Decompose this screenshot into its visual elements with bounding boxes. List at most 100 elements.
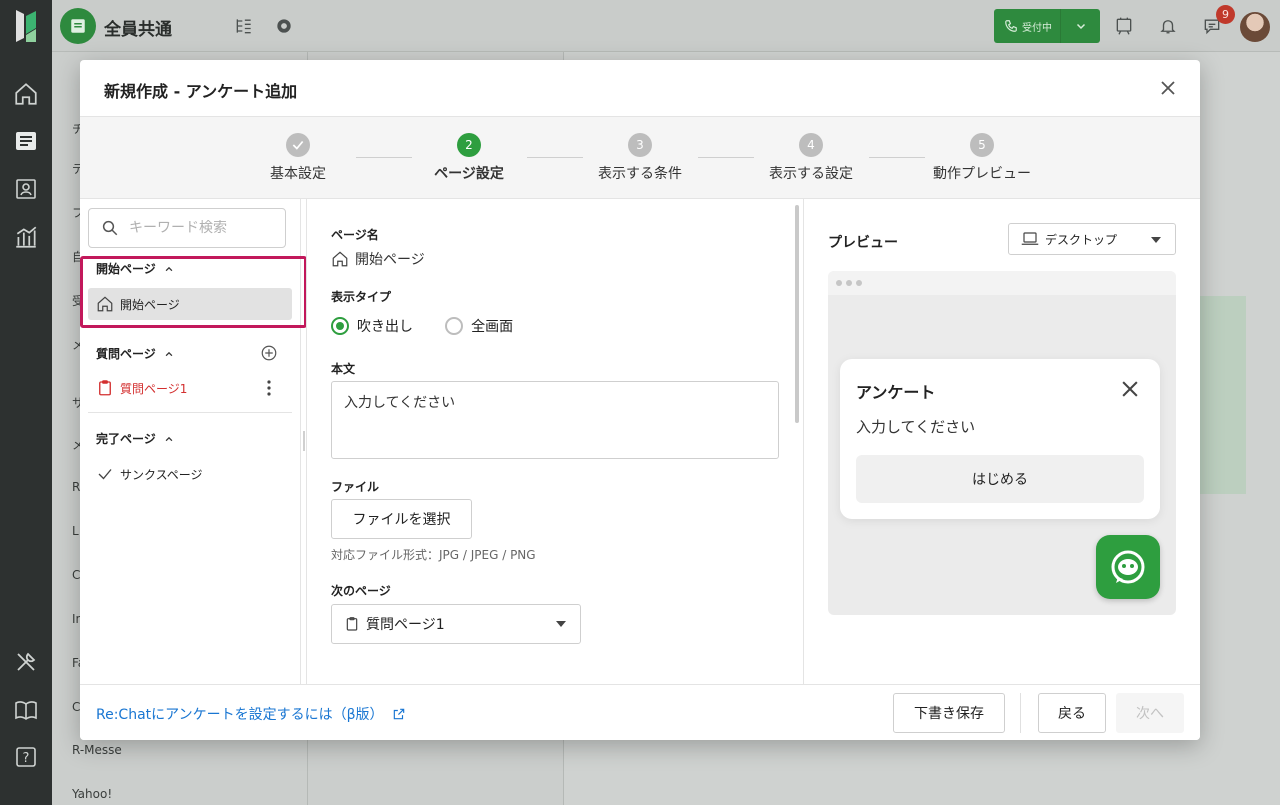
selected-value: 質問ページ1 [366, 617, 445, 633]
popup-body: 入力してください [856, 418, 976, 436]
survey-popup-card: アンケート 入力してください はじめる [840, 359, 1160, 519]
modal-title: 新規作成 - アンケート追加 [104, 82, 298, 101]
next-page-label: 次のページ [331, 584, 391, 598]
bg-nav-item: Yahoo! [72, 787, 113, 801]
manual-book-icon[interactable] [12, 696, 40, 724]
notification-badge: 9 [1216, 5, 1235, 24]
phone-icon [1005, 20, 1017, 32]
next-button[interactable]: 次へ [1116, 693, 1184, 733]
user-avatar[interactable] [1240, 12, 1270, 42]
next-page-select[interactable]: 質問ページ1 [331, 604, 581, 644]
chevron-up-icon[interactable] [164, 434, 174, 444]
survey-create-modal: 新規作成 - アンケート追加 基本設定 2 ページ設定 3 表示する条件 4 表… [80, 60, 1200, 740]
modal-header: 新規作成 - アンケート追加 [80, 60, 1200, 117]
page-settings-form: ページ名 開始ページ 表示タイプ 吹き出し 全画面 本文 入力してください ファ… [307, 199, 804, 684]
contacts-icon[interactable] [12, 175, 40, 203]
keyword-search[interactable] [88, 208, 286, 248]
save-draft-button[interactable]: 下書き保存 [893, 693, 1005, 733]
help-link-text[interactable]: Re:Chatにアンケートを設定するには（β版） [96, 704, 384, 724]
step-label: 表示する設定 [769, 166, 853, 182]
page-item-label: サンクスページ [120, 467, 203, 482]
display-type-fullscreen-radio[interactable]: 全画面 [445, 316, 513, 336]
check-icon [98, 469, 112, 480]
section-title: 完了ページ [96, 432, 156, 446]
search-input[interactable] [129, 220, 269, 236]
caret-down-icon [1151, 237, 1161, 243]
caret-down-icon [556, 621, 566, 627]
filter-list-icon[interactable] [232, 14, 256, 38]
page-name-text: 開始ページ [355, 252, 425, 268]
choose-file-button[interactable]: ファイルを選択 [331, 499, 472, 539]
page-name-label: ページ名 [331, 228, 379, 242]
file-label: ファイル [331, 480, 380, 494]
check-icon [286, 133, 310, 157]
section-title: 質問ページ [96, 347, 156, 361]
start-page-highlight [80, 256, 307, 328]
back-button[interactable]: 戻る [1038, 693, 1106, 733]
close-icon[interactable] [1122, 381, 1138, 397]
home-icon [332, 251, 348, 267]
chevron-up-icon[interactable] [164, 349, 174, 359]
popup-title: アンケート [856, 383, 936, 402]
step-basic-settings[interactable]: 基本設定 [233, 133, 363, 183]
start-button[interactable]: はじめる [856, 455, 1144, 503]
display-type-label: 表示タイプ [331, 290, 392, 304]
clipboard-icon [346, 617, 358, 631]
display-type-balloon-radio[interactable]: 吹き出し [331, 316, 413, 336]
more-vertical-icon[interactable] [264, 379, 274, 397]
page-item-question-1[interactable]: 質問ページ1 [88, 372, 292, 404]
form-scrollbar[interactable] [795, 205, 799, 423]
reception-status-button[interactable]: 受付中 [994, 9, 1100, 43]
bell-icon[interactable] [1156, 14, 1180, 38]
modal-footer: Re:Chatにアンケートを設定するには（β版） 下書き保存 戻る 次へ [80, 684, 1200, 740]
body-label: 本文 [331, 362, 356, 376]
trophy-board-icon[interactable] [1112, 14, 1136, 38]
chat-bot-icon[interactable] [1096, 535, 1160, 599]
question-page-section[interactable]: 質問ページ [96, 345, 174, 362]
laptop-icon [1021, 232, 1039, 245]
home-icon[interactable] [12, 80, 40, 108]
step-number: 3 [628, 133, 652, 157]
close-icon[interactable] [1158, 78, 1178, 98]
help-icon[interactable]: ? [12, 743, 40, 771]
search-icon [102, 220, 118, 236]
page-item-thanks[interactable]: サンクスページ [88, 458, 292, 490]
app-logo-icon [16, 10, 36, 42]
device-select[interactable]: デスクトップ [1008, 223, 1176, 255]
browser-window-dots [828, 271, 1176, 295]
page-item-label: 質問ページ1 [120, 381, 188, 396]
workspace-title: 全員共通 [104, 20, 172, 40]
bg-nav-item: L [72, 524, 79, 538]
preview-title: プレビュー [828, 235, 898, 251]
step-display-settings[interactable]: 4 表示する設定 [746, 133, 876, 183]
clipboard-icon [99, 380, 111, 396]
step-label: 基本設定 [270, 166, 326, 182]
step-display-conditions[interactable]: 3 表示する条件 [575, 133, 705, 183]
svg-text:?: ? [23, 751, 30, 766]
analytics-icon[interactable] [12, 223, 40, 251]
modal-body: 開始ページ 開始ページ 質問ページ 質問ページ1 完了ページ [80, 199, 1200, 684]
settings-gear-icon[interactable] [272, 14, 296, 38]
add-circle-icon[interactable] [260, 344, 278, 362]
preview-browser-frame: アンケート 入力してください はじめる [828, 271, 1176, 615]
step-page-settings[interactable]: 2 ページ設定 [404, 133, 534, 183]
external-link-icon[interactable] [392, 707, 406, 721]
chat-list-icon[interactable] [12, 127, 40, 155]
top-bar: 全員共通 受付中 [52, 0, 1280, 52]
page-name-value: 開始ページ [331, 249, 425, 269]
step-indicator: 基本設定 2 ページ設定 3 表示する条件 4 表示する設定 5 動作プレビュー [80, 117, 1200, 199]
step-number: 5 [970, 133, 994, 157]
step-preview[interactable]: 5 動作プレビュー [917, 133, 1047, 183]
complete-page-section[interactable]: 完了ページ [96, 430, 174, 447]
display-type-radio-group: 吹き出し 全画面 [331, 316, 541, 339]
workspace-badge-icon [60, 8, 96, 44]
chevron-down-icon[interactable] [1061, 20, 1100, 32]
body-textarea[interactable]: 入力してください [331, 381, 779, 459]
radio-label: 吹き出し [357, 319, 413, 335]
help-link[interactable]: Re:Chatにアンケートを設定するには（β版） [96, 704, 406, 724]
preview-panel: プレビュー デスクトップ アンケート 入力してください はじめる [804, 199, 1200, 684]
selected-device: デスクトップ [1045, 232, 1118, 247]
bg-nav-item: R-Messe [72, 743, 122, 757]
file-format-hint: 対応ファイル形式：JPG / JPEG / PNG [331, 548, 536, 562]
tools-icon[interactable] [12, 648, 40, 676]
